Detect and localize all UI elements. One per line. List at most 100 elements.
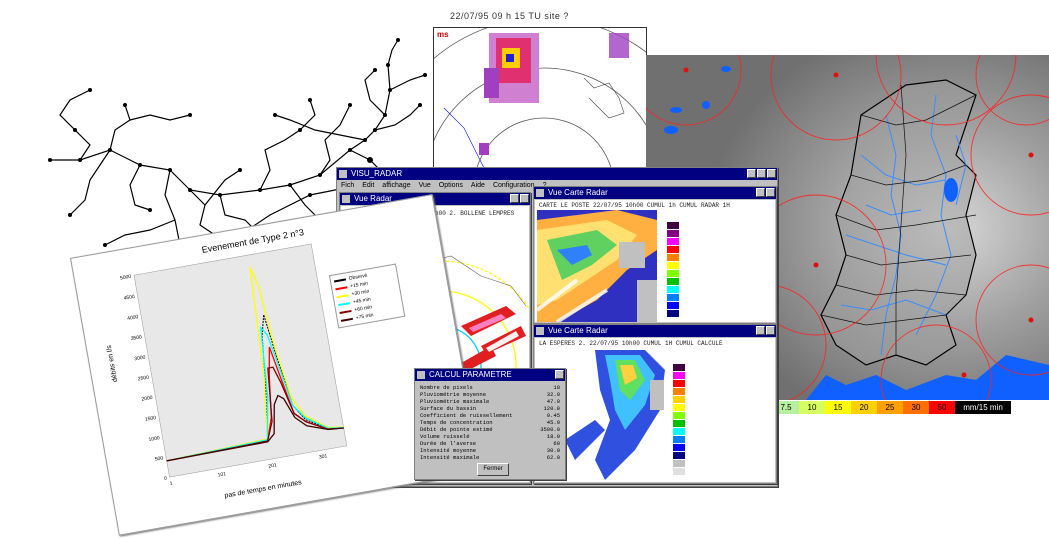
dialog-row: Pluviométrie maximale 47.0 xyxy=(420,398,560,405)
menu-aide[interactable]: Aide xyxy=(471,180,485,191)
dialog-row-value: 32.0 xyxy=(546,391,560,398)
color-legend-bottom xyxy=(673,364,685,476)
scale-step-7: 50 xyxy=(929,401,955,414)
rain-cell xyxy=(479,33,629,155)
map-view-panel-top: Vue Carte Radar CARTE LE POSTE 22/07/95 … xyxy=(533,186,777,324)
panel-maximize-button[interactable] xyxy=(766,326,775,335)
panel-minimize-button[interactable] xyxy=(510,194,519,203)
map-rain-scale: 7.5 10 15 20 25 30 50 mm/15 min xyxy=(773,401,1011,414)
menu-configuration[interactable]: Configuration xyxy=(493,180,535,191)
map-view-top-header: CARTE LE POSTE 22/07/95 10h00 CUMUL 1h C… xyxy=(539,202,730,209)
dialog-row-value: 62.0 xyxy=(546,454,560,461)
minimize-button[interactable] xyxy=(747,169,756,178)
legend-swatch xyxy=(339,309,352,314)
map-view-top-titlebar: Vue Carte Radar xyxy=(534,187,776,199)
menu-vue[interactable]: Vue xyxy=(419,180,431,191)
dialog-row-value: 60 xyxy=(553,440,560,447)
dialog-row-value: 120.0 xyxy=(543,405,560,412)
dialog-row-label: Volume ruisselé xyxy=(420,433,470,440)
panel-icon xyxy=(342,195,350,203)
dialog-row-label: Pluviométrie maximale xyxy=(420,398,490,405)
y-tick-label-10: 5000 xyxy=(120,274,132,282)
panel-minimize-button[interactable] xyxy=(756,188,765,197)
dialog-row: Intensité moyenne 30.0 xyxy=(420,447,560,454)
legend-swatch xyxy=(335,286,348,291)
x-tick-label-0: 1 xyxy=(169,481,173,487)
calc-dialog-titlebar: CALCUL PARAMETRE xyxy=(415,369,565,381)
color-legend-top xyxy=(667,222,679,318)
panel-icon xyxy=(536,189,544,197)
panel-icon xyxy=(536,327,544,335)
y-tick-label-4: 2000 xyxy=(141,395,153,403)
close-dialog-button[interactable]: Fermer xyxy=(477,463,509,476)
y-tick-label-9: 4500 xyxy=(123,294,135,302)
menu-fich[interactable]: Fich xyxy=(341,180,354,191)
app-icon xyxy=(339,170,347,178)
panel-minimize-button[interactable] xyxy=(756,326,765,335)
y-tick-label-5: 2500 xyxy=(137,375,149,383)
dialog-row-value: 45.0 xyxy=(546,419,560,426)
dialog-row: Coefficient de ruissellement 0.45 xyxy=(420,412,560,419)
dialog-row-value: 18.0 xyxy=(546,433,560,440)
map-view-top-body: CARTE LE POSTE 22/07/95 10h00 CUMUL 1h C… xyxy=(535,200,775,322)
dialog-row-value: 30.0 xyxy=(546,447,560,454)
calc-dialog: CALCUL PARAMETRE Nombre de pixels 10 Pluvi… xyxy=(414,368,566,480)
menu-edit[interactable]: Edit xyxy=(362,180,374,191)
scale-step-4: 20 xyxy=(851,401,877,414)
dialog-row: Volume ruisselé 18.0 xyxy=(420,433,560,440)
dialog-row: Débit de pointe estimé 3500.0 xyxy=(420,426,560,433)
calc-dialog-title: CALCUL PARAMETRE xyxy=(429,370,512,379)
top-radar-image: ms xyxy=(433,27,647,169)
map-view-bottom-title: Vue Carte Radar xyxy=(548,326,608,335)
dialog-row-value: 0.45 xyxy=(546,412,560,419)
x-tick-label-2: 201 xyxy=(268,462,277,469)
y-tick-label-2: 1000 xyxy=(148,435,160,443)
dialog-row-value: 3500.0 xyxy=(540,426,560,433)
x-tick-label-1: 101 xyxy=(217,471,226,478)
dialog-row-label: Coefficient de ruissellement xyxy=(420,412,513,419)
legend-swatch xyxy=(338,302,351,307)
legend-swatch xyxy=(333,278,347,283)
panel-maximize-button[interactable] xyxy=(520,194,529,203)
legend-label: +75 min xyxy=(355,312,374,322)
dialog-row-value: 10 xyxy=(553,384,560,391)
dialog-row-label: Durée de l'averse xyxy=(420,440,477,447)
menu-options[interactable]: Options xyxy=(439,180,463,191)
dialog-row: Durée de l'averse 60 xyxy=(420,440,560,447)
menu-affichage[interactable]: affichage xyxy=(382,180,410,191)
legend-swatch xyxy=(336,294,349,299)
top-radar-plot xyxy=(434,28,646,168)
y-tick-label-8: 4000 xyxy=(127,314,139,322)
legend-swatch xyxy=(340,317,354,322)
panel-maximize-button[interactable] xyxy=(766,188,775,197)
radar-view-titlebar: Vue Radar xyxy=(340,193,530,205)
top-radar-corner-label: ms xyxy=(437,30,449,39)
top-radar-header: 22/07/95 09 h 15 TU site ? xyxy=(450,11,569,21)
dialog-row-label: Débit de pointe estimé xyxy=(420,426,493,433)
y-tick-label-1: 500 xyxy=(154,455,163,462)
x-tick-label-3: 301 xyxy=(319,453,328,460)
close-button[interactable] xyxy=(767,169,776,178)
rain-field-top xyxy=(537,210,657,322)
rain-field-bottom xyxy=(565,350,665,480)
y-tick-label-7: 3500 xyxy=(130,334,142,342)
scale-unit: mm/15 min xyxy=(955,401,1011,414)
dialog-row-label: Intensité maximale xyxy=(420,454,480,461)
scale-step-5: 25 xyxy=(877,401,903,414)
app-titlebar: VISU_RADAR xyxy=(337,168,777,180)
map-view-panel-bottom: Vue Carte Radar LA ESPERES 2. 22/07/95 1… xyxy=(533,324,777,484)
y-tick-label-3: 1500 xyxy=(145,415,157,423)
dialog-row-label: Intensité moyenne xyxy=(420,447,477,454)
dialog-row: Temps de concentration 45.0 xyxy=(420,419,560,426)
dialog-close-button[interactable] xyxy=(555,370,564,379)
scale-step-6: 30 xyxy=(903,401,929,414)
map-view-bottom-body: LA ESPERES 2. 22/07/95 10h00 CUMUL 1H CU… xyxy=(535,338,775,482)
map-view-bottom-titlebar: Vue Carte Radar xyxy=(534,325,776,337)
dialog-row: Nombre de pixels 10 xyxy=(420,384,560,391)
y-tick-label-6: 3000 xyxy=(134,354,146,362)
dialog-row: Surface du bassin 120.0 xyxy=(420,405,560,412)
dialog-row-label: Nombre de pixels xyxy=(420,384,473,391)
scale-step-3: 15 xyxy=(825,401,851,414)
app-title: VISU_RADAR xyxy=(351,169,403,178)
maximize-button[interactable] xyxy=(757,169,766,178)
